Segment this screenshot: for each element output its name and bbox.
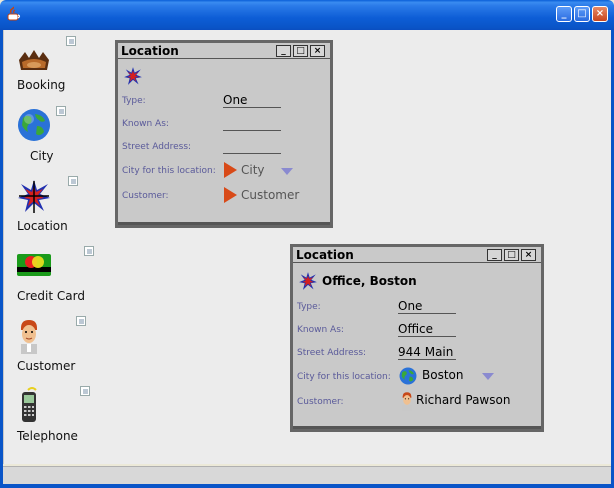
type-underline (223, 107, 281, 108)
minimize-button[interactable]: _ (556, 6, 572, 22)
street-address-underline (398, 359, 456, 360)
customer-value[interactable]: Customer (241, 188, 299, 202)
window-frame-bottom (0, 484, 614, 488)
desktop-item-customer[interactable]: Customer (8, 314, 88, 376)
status-bar (3, 466, 611, 484)
frame-minimize-button[interactable]: _ (276, 45, 291, 57)
frame-heading: Office, Boston (322, 274, 417, 288)
desktop-item-label: Location (17, 219, 68, 233)
city-label: City for this location: (122, 166, 216, 176)
frame-title-bar[interactable]: Location _ □ × (118, 43, 330, 59)
frame-title: Location (121, 44, 179, 58)
street-address-label: Street Address: (297, 348, 367, 358)
customer-mini-icon[interactable] (76, 316, 86, 326)
customer-icon (402, 392, 412, 411)
frame-bottom-edge (118, 222, 330, 225)
desktop-item-credit-card[interactable]: Credit Card (8, 244, 94, 306)
type-label: Type: (297, 302, 321, 312)
frame-close-button[interactable]: × (521, 249, 536, 261)
location-icon (124, 67, 142, 85)
city-mini-icon[interactable] (56, 106, 66, 116)
known-as-underline (223, 130, 281, 131)
city-dropdown-arrow-icon[interactable] (281, 168, 293, 175)
credit-card-mini-icon[interactable] (84, 246, 94, 256)
desktop-item-label: Credit Card (17, 289, 85, 303)
desktop-item-city[interactable]: City (8, 104, 88, 166)
java-icon (7, 6, 21, 21)
close-button[interactable]: × (592, 6, 608, 22)
booking-mini-icon[interactable] (66, 36, 76, 46)
globe-icon (18, 109, 50, 141)
city-value[interactable]: Boston (422, 368, 463, 382)
booking-icon (19, 50, 49, 70)
city-label: City for this location: (297, 372, 391, 382)
city-dropdown-arrow-icon[interactable] (482, 373, 494, 380)
street-address-underline (223, 153, 281, 154)
type-value[interactable]: One (223, 93, 247, 107)
known-as-field[interactable]: Office (398, 322, 433, 336)
street-address-field[interactable]: 944 Main (398, 345, 453, 359)
street-address-label: Street Address: (122, 142, 192, 152)
known-as-label: Known As: (297, 325, 344, 335)
credit-card-icon (17, 254, 51, 276)
known-as-label: Known As: (122, 119, 169, 129)
customer-label: Customer: (297, 397, 344, 407)
customer-label: Customer: (122, 191, 169, 201)
type-label: Type: (122, 96, 146, 106)
desktop-item-telephone[interactable]: Telephone (8, 384, 90, 446)
telephone-icon (22, 387, 37, 422)
frame-maximize-button[interactable]: □ (504, 249, 519, 261)
telephone-mini-icon[interactable] (80, 386, 90, 396)
empty-reference-icon (224, 162, 237, 178)
location-mini-icon[interactable] (68, 176, 78, 186)
customer-value[interactable]: Richard Pawson (416, 393, 510, 407)
frame-maximize-button[interactable]: □ (293, 45, 308, 57)
frame-title: Location (296, 248, 354, 262)
location-frame-1[interactable]: Location _ □ × Type: One Known As: Stree… (115, 40, 333, 228)
type-value[interactable]: One (398, 299, 422, 313)
frame-title-bar[interactable]: Location _ □ × (293, 247, 541, 263)
location-icon (299, 272, 317, 290)
frame-bottom-edge (293, 426, 541, 429)
customer-icon (21, 320, 37, 354)
desktop-item-label: Telephone (17, 429, 78, 443)
location-frame-2[interactable]: Location _ □ × Office, Boston Type: One … (290, 244, 544, 432)
application-window: _ □ × Booking City Location Credit Card … (0, 0, 614, 488)
location-icon (18, 180, 50, 213)
desktop-item-location[interactable]: Location (8, 174, 88, 236)
city-value[interactable]: City (241, 163, 265, 177)
desktop-item-label: City (30, 149, 54, 163)
known-as-underline (398, 336, 456, 337)
desktop-item-label: Customer (17, 359, 76, 373)
frame-minimize-button[interactable]: _ (487, 249, 502, 261)
maximize-button[interactable]: □ (574, 6, 590, 22)
globe-icon (399, 367, 417, 385)
empty-reference-icon (224, 187, 237, 203)
type-underline (398, 313, 456, 314)
frame-close-button[interactable]: × (310, 45, 325, 57)
title-bar[interactable]: _ □ × (0, 0, 614, 30)
desktop-item-label: Booking (17, 78, 66, 92)
desktop-item-booking[interactable]: Booking (8, 36, 88, 96)
